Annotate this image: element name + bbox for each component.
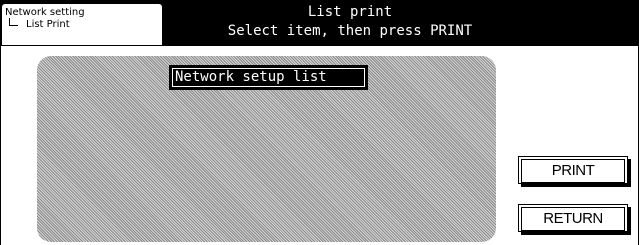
instruction-text: Select item, then press PRINT <box>227 23 473 39</box>
breadcrumb: Network setting List Print <box>2 4 162 45</box>
breadcrumb-child-row: List Print <box>5 18 162 31</box>
print-button[interactable]: PRINT <box>518 156 628 184</box>
return-button-label: RETURN <box>521 207 625 231</box>
frame-left-border <box>0 46 1 245</box>
page-title: List print <box>307 4 393 20</box>
breadcrumb-child: List Print <box>26 19 70 30</box>
tree-branch-icon <box>9 18 18 26</box>
breadcrumb-root: Network setting <box>5 7 85 18</box>
return-button[interactable]: RETURN <box>518 204 628 232</box>
header-bar: Network setting List Print List print Se… <box>0 0 639 46</box>
list-item-network-setup-list[interactable]: Network setup list <box>169 65 368 90</box>
print-button-label: PRINT <box>521 159 625 183</box>
